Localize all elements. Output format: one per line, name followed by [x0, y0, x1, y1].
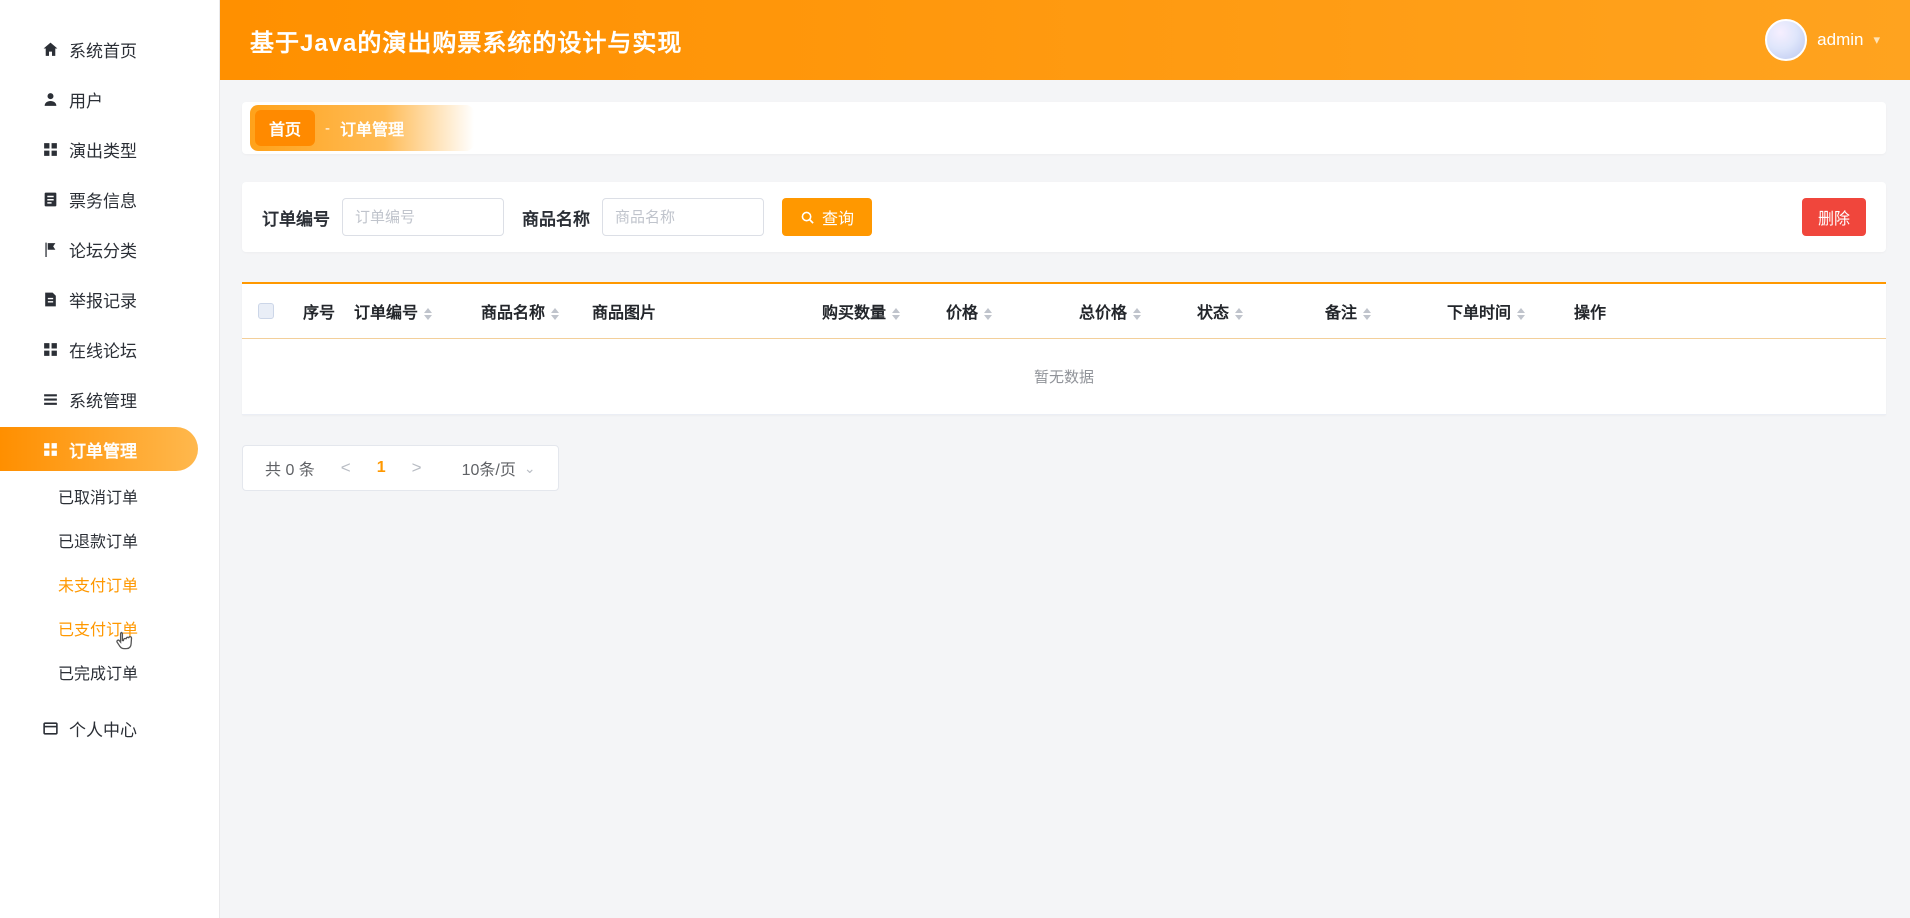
- forum-icon: [42, 341, 59, 358]
- submenu-item-label: 已支付订单: [58, 622, 139, 639]
- page-title: 基于Java的演出购票系统的设计与实现: [250, 29, 683, 57]
- sort-icon[interactable]: [1235, 307, 1244, 320]
- chevron-down-icon: ▾: [1873, 32, 1880, 47]
- sidebar-item-show-types[interactable]: 演出类型: [0, 124, 219, 174]
- sidebar-item-label: 论坛分类: [69, 241, 137, 261]
- chevron-down-icon: ⌄: [523, 459, 536, 476]
- product-name-input[interactable]: [602, 198, 764, 236]
- user-menu[interactable]: admin ▾: [1765, 19, 1880, 61]
- page-size-value: 10条/页: [461, 462, 516, 479]
- order-no-input[interactable]: [342, 198, 504, 236]
- home-icon: [42, 41, 59, 58]
- sidebar-item-reports[interactable]: 举报记录: [0, 274, 219, 324]
- avatar: [1765, 19, 1808, 61]
- prev-page-button[interactable]: <: [341, 458, 351, 478]
- app-root: 系统首页 用户 演出类型 票务信息 论坛分类 举报记录 在线论坛 系统管理 订单…: [0, 0, 1910, 918]
- page-number[interactable]: 1: [377, 459, 386, 477]
- breadcrumb-home[interactable]: 首页: [255, 110, 316, 146]
- sidebar-item-label: 举报记录: [69, 291, 137, 311]
- orders-table-card: 序号 订单编号 商品名称 商品图片 购买数量 价格 总价格 状态 备注 下单时间…: [242, 282, 1886, 415]
- breadcrumb-separator: -: [325, 119, 331, 137]
- search-icon: [800, 210, 815, 225]
- sort-icon[interactable]: [1517, 307, 1526, 320]
- sidebar-item-profile[interactable]: 个人中心: [0, 703, 219, 753]
- pagination: 共 0 条 < 1 > 10条/页 ⌄: [242, 445, 559, 491]
- search-button[interactable]: 查询: [782, 198, 873, 236]
- flag-icon: [42, 241, 59, 258]
- search-button-label: 查询: [822, 211, 855, 228]
- col-total-price: 总价格: [1073, 284, 1191, 339]
- col-product-image: 商品图片: [586, 284, 816, 339]
- submenu-paid-orders[interactable]: 已支付订单: [0, 606, 219, 650]
- delete-button[interactable]: 删除: [1801, 198, 1866, 236]
- sidebar-item-tickets[interactable]: 票务信息: [0, 174, 219, 224]
- sidebar-item-label: 演出类型: [69, 141, 137, 161]
- filter-bar: 订单编号 商品名称 查询 删除: [242, 182, 1886, 252]
- sidebar-item-label: 系统管理: [69, 391, 137, 411]
- sort-icon[interactable]: [984, 307, 993, 320]
- sidebar-item-label: 用户: [69, 91, 103, 111]
- orders-table: 序号 订单编号 商品名称 商品图片 购买数量 价格 总价格 状态 备注 下单时间…: [242, 284, 1886, 415]
- empty-row: 暂无数据: [242, 338, 1886, 415]
- sort-icon[interactable]: [424, 307, 433, 320]
- sidebar-item-order-mgmt[interactable]: 订单管理: [0, 427, 198, 471]
- sidebar: 系统首页 用户 演出类型 票务信息 论坛分类 举报记录 在线论坛 系统管理 订单…: [0, 0, 220, 918]
- sidebar-item-forum-categories[interactable]: 论坛分类: [0, 224, 219, 274]
- col-order-no: 订单编号: [348, 284, 475, 339]
- select-all-checkbox[interactable]: [258, 302, 274, 319]
- submenu-item-label: 已退款订单: [58, 534, 139, 551]
- sidebar-item-label: 在线论坛: [69, 341, 137, 361]
- col-status: 状态: [1191, 284, 1319, 339]
- breadcrumb: 首页 - 订单管理: [250, 105, 475, 151]
- submenu-completed-orders[interactable]: 已完成订单: [0, 650, 219, 694]
- breadcrumb-card: 首页 - 订单管理: [242, 102, 1886, 154]
- pagination-total: 共 0 条: [265, 462, 315, 479]
- submenu-unpaid-orders[interactable]: 未支付订单: [0, 562, 219, 606]
- submenu-item-label: 已完成订单: [58, 666, 139, 683]
- app-header: 基于Java的演出购票系统的设计与实现 admin ▾: [220, 0, 1910, 80]
- order-icon: [42, 441, 59, 458]
- order-submenu: 已取消订单 已退款订单 未支付订单 已支付订单 已完成订单: [0, 474, 219, 694]
- col-remark: 备注: [1319, 284, 1441, 339]
- submenu-cancelled-orders[interactable]: 已取消订单: [0, 474, 219, 518]
- submenu-refunded-orders[interactable]: 已退款订单: [0, 518, 219, 562]
- username: admin: [1817, 30, 1864, 49]
- profile-icon: [42, 720, 59, 737]
- sort-icon[interactable]: [892, 307, 901, 320]
- sidebar-item-label: 票务信息: [69, 191, 137, 211]
- sidebar-item-label: 个人中心: [69, 720, 137, 740]
- page-size-select[interactable]: 10条/页 ⌄: [448, 456, 536, 480]
- sidebar-item-system-mgmt[interactable]: 系统管理: [0, 374, 219, 424]
- sort-icon[interactable]: [1133, 307, 1142, 320]
- report-icon: [42, 291, 59, 308]
- sidebar-item-label: 订单管理: [69, 441, 137, 461]
- col-order-time: 下单时间: [1441, 284, 1568, 339]
- breadcrumb-current: 订单管理: [340, 122, 405, 139]
- sidebar-item-label: 系统首页: [69, 41, 137, 61]
- content: 首页 - 订单管理 订单编号 商品名称 查询 删除: [220, 80, 1910, 918]
- sidebar-item-home[interactable]: 系统首页: [0, 24, 219, 74]
- submenu-item-label: 已取消订单: [58, 490, 139, 507]
- sort-icon[interactable]: [551, 307, 560, 320]
- user-icon: [42, 91, 59, 108]
- sort-icon[interactable]: [1363, 307, 1372, 320]
- table-header-row: 序号 订单编号 商品名称 商品图片 购买数量 价格 总价格 状态 备注 下单时间…: [242, 284, 1886, 339]
- col-price: 价格: [940, 284, 1073, 339]
- list-icon: [42, 391, 59, 408]
- next-page-button[interactable]: >: [412, 458, 422, 478]
- col-product-name: 商品名称: [475, 284, 586, 339]
- sidebar-item-online-forum[interactable]: 在线论坛: [0, 324, 219, 374]
- document-icon: [42, 191, 59, 208]
- empty-text: 暂无数据: [1033, 369, 1094, 386]
- sidebar-item-users[interactable]: 用户: [0, 74, 219, 124]
- col-quantity: 购买数量: [816, 284, 940, 339]
- col-index: 序号: [290, 284, 348, 339]
- col-actions: 操作: [1568, 284, 1886, 339]
- product-name-label: 商品名称: [522, 209, 590, 229]
- grid-icon: [42, 141, 59, 158]
- order-no-label: 订单编号: [262, 209, 330, 229]
- submenu-item-label: 未支付订单: [58, 578, 139, 595]
- main-area: 基于Java的演出购票系统的设计与实现 admin ▾ 首页 - 订单管理 订单…: [220, 0, 1910, 918]
